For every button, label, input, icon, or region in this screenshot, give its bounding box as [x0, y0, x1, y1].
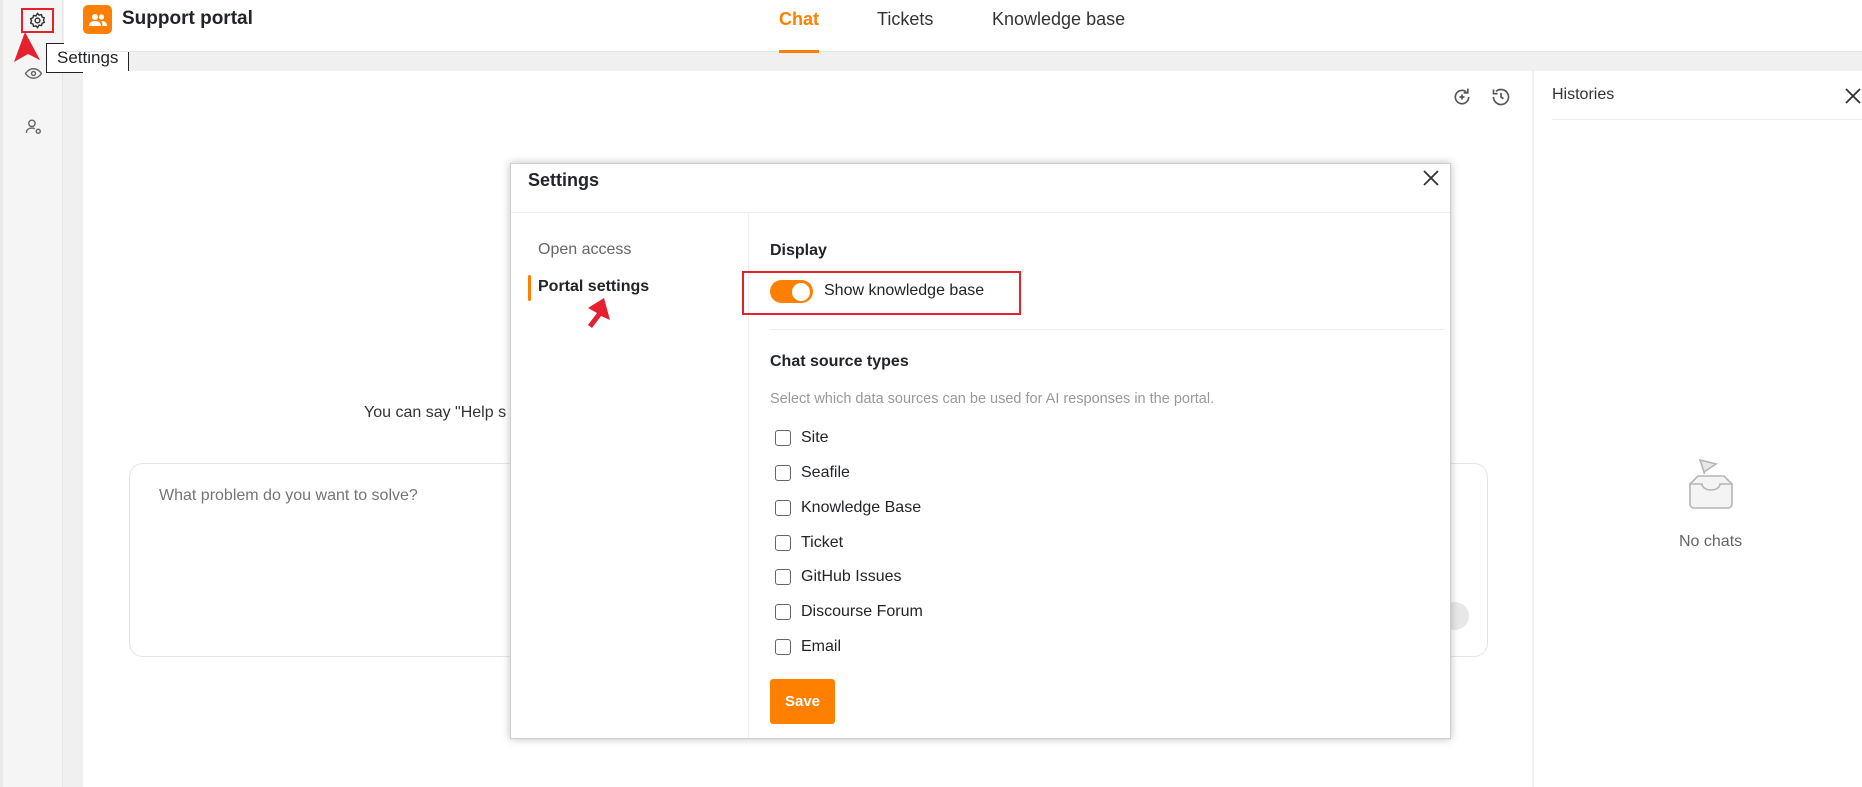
nav-active-indicator: [528, 275, 531, 301]
histories-close-button[interactable]: [1842, 85, 1862, 107]
history-button[interactable]: [1490, 86, 1512, 108]
close-icon: [1423, 170, 1439, 186]
app-logo: [83, 5, 112, 34]
empty-histories-text: No chats: [1679, 533, 1743, 550]
settings-dialog: [510, 163, 1451, 739]
chat-source-description: Select which data sources can be used fo…: [770, 391, 1215, 407]
checkbox-label: Knowledge Base: [801, 499, 922, 516]
histories-panel: [1533, 71, 1862, 787]
active-tab-indicator: [779, 50, 819, 53]
dialog-title: Settings: [528, 170, 600, 190]
nav-open-access[interactable]: Open access: [538, 241, 631, 259]
preview-button[interactable]: [22, 62, 44, 84]
tab-tickets[interactable]: Tickets: [877, 9, 933, 30]
settings-button[interactable]: [21, 8, 54, 33]
gear-icon: [29, 12, 46, 29]
checkbox-label: Email: [801, 638, 842, 655]
checkbox[interactable]: [775, 639, 791, 655]
source-option-seafile[interactable]: Seafile: [775, 464, 850, 482]
nav-portal-settings[interactable]: Portal settings: [538, 278, 649, 296]
source-option-email[interactable]: Email: [775, 638, 841, 656]
user-settings-icon: [25, 118, 41, 134]
new-chat-button[interactable]: [1451, 86, 1473, 108]
dialog-close-button[interactable]: [1420, 167, 1442, 189]
save-button[interactable]: Save: [770, 679, 835, 724]
section-divider: [770, 329, 1445, 330]
source-option-knowledge-base[interactable]: Knowledge Base: [775, 499, 921, 517]
toggle-knob: [792, 283, 810, 301]
checkbox[interactable]: [775, 569, 791, 585]
checkbox[interactable]: [775, 500, 791, 516]
user-settings-button[interactable]: [22, 115, 44, 137]
toggle-label: Show knowledge base: [824, 282, 985, 299]
checkbox-label: Seafile: [801, 464, 850, 481]
eye-icon: [24, 67, 42, 79]
top-header: [64, 0, 1862, 52]
checkbox[interactable]: [775, 535, 791, 551]
checkbox-label: GitHub Issues: [801, 568, 902, 585]
history-icon: [1492, 88, 1510, 106]
checkbox[interactable]: [775, 430, 791, 446]
dialog-header-divider: [511, 212, 1450, 213]
source-option-github-issues[interactable]: GitHub Issues: [775, 568, 901, 586]
pointer-arrow-icon: [14, 32, 40, 62]
tab-knowledge-base[interactable]: Knowledge base: [992, 9, 1125, 30]
app-title: Support portal: [122, 8, 253, 29]
chat-hint: You can say "Help s: [364, 404, 507, 421]
source-option-ticket[interactable]: Ticket: [775, 534, 843, 552]
checkbox-label: Site: [801, 429, 829, 446]
empty-inbox-icon: [1689, 458, 1733, 509]
histories-title: Histories: [1552, 86, 1615, 103]
source-option-discourse-forum[interactable]: Discourse Forum: [775, 603, 923, 621]
histories-divider: [1552, 119, 1862, 120]
tab-chat[interactable]: Chat: [779, 9, 819, 30]
checkbox-label: Discourse Forum: [801, 603, 923, 620]
checkbox[interactable]: [775, 465, 791, 481]
users-icon: [88, 13, 107, 26]
source-option-site[interactable]: Site: [775, 429, 829, 447]
pointer-arrow-icon: [588, 298, 610, 328]
display-section-title: Display: [770, 242, 827, 259]
checkbox[interactable]: [775, 604, 791, 620]
close-icon: [1845, 88, 1861, 104]
checkbox-label: Ticket: [801, 534, 844, 551]
chat-source-types-title: Chat source types: [770, 353, 909, 370]
refresh-chat-icon: [1454, 88, 1470, 105]
